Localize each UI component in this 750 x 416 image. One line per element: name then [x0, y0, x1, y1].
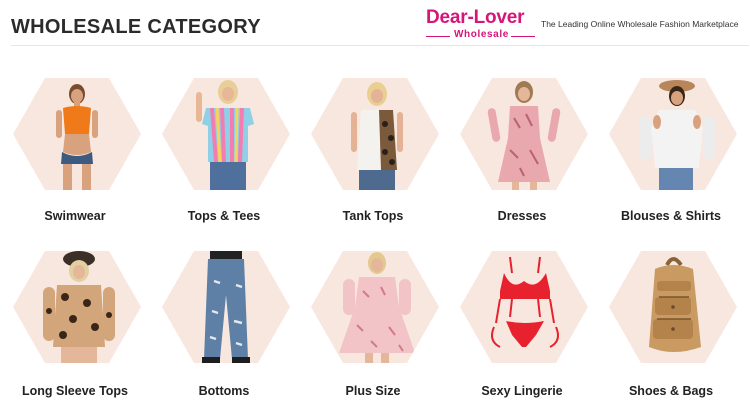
category-label[interactable]: Plus Size — [295, 384, 451, 398]
category-label[interactable]: Blouses & Shirts — [593, 209, 749, 223]
category-shoes-bags[interactable]: Shoes & Bags — [603, 251, 739, 401]
category-blouses-shirts[interactable]: Blouses & Shirts — [603, 78, 739, 228]
category-plus-size[interactable]: Plus Size — [305, 251, 441, 401]
category-grid: Swimwear Tops & Tees Tank Tops Dresses B… — [0, 0, 750, 416]
category-dresses[interactable]: Dresses — [454, 78, 590, 228]
category-label[interactable]: Bottoms — [146, 384, 302, 398]
category-label[interactable]: Dresses — [444, 209, 600, 223]
category-bottoms[interactable]: Bottoms — [156, 251, 292, 401]
swimwear-model-image[interactable] — [13, 78, 141, 190]
category-label[interactable]: Shoes & Bags — [593, 384, 749, 398]
category-tops-tees[interactable]: Tops & Tees — [156, 78, 292, 228]
category-sexy-lingerie[interactable]: Sexy Lingerie — [454, 251, 590, 401]
plus-size-model-image[interactable] — [311, 251, 439, 363]
lingerie-image[interactable] — [460, 251, 588, 363]
category-label[interactable]: Tops & Tees — [146, 209, 302, 223]
tops-tees-model-image[interactable] — [162, 78, 290, 190]
category-tank-tops[interactable]: Tank Tops — [305, 78, 441, 228]
category-long-sleeve-tops[interactable]: Long Sleeve Tops — [7, 251, 143, 401]
category-label[interactable]: Sexy Lingerie — [444, 384, 600, 398]
tank-tops-model-image[interactable] — [311, 78, 439, 190]
category-swimwear[interactable]: Swimwear — [7, 78, 143, 228]
long-sleeve-tops-model-image[interactable] — [13, 251, 141, 363]
dresses-model-image[interactable] — [460, 78, 588, 190]
category-label[interactable]: Tank Tops — [295, 209, 451, 223]
bag-image[interactable] — [609, 251, 737, 363]
category-label[interactable]: Swimwear — [0, 209, 153, 223]
bottoms-jeans-image[interactable] — [162, 251, 290, 363]
blouses-shirts-model-image[interactable] — [609, 78, 737, 190]
category-label[interactable]: Long Sleeve Tops — [0, 384, 153, 398]
